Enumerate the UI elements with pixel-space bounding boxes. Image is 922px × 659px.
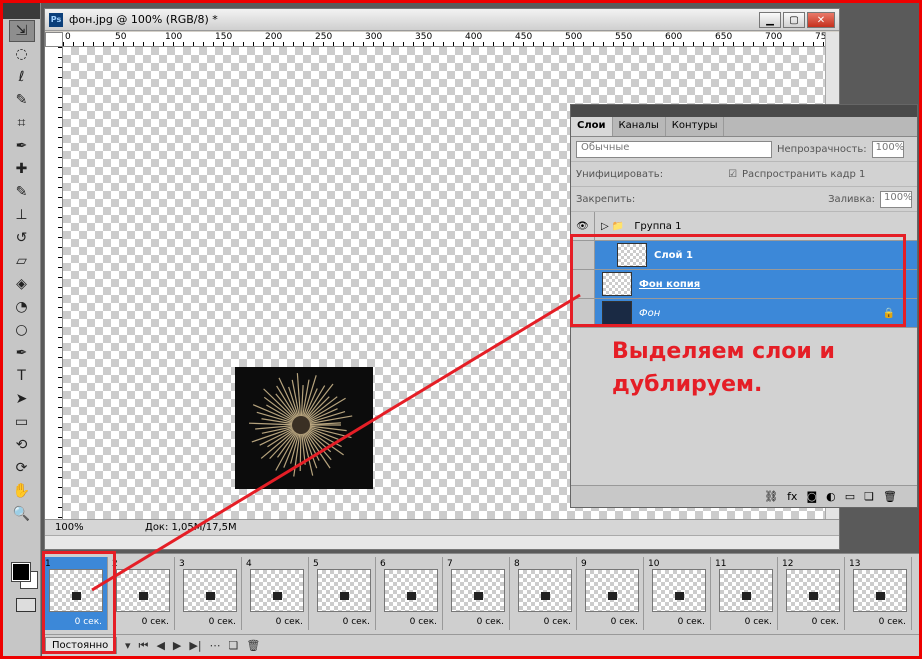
annotation-arrow (91, 293, 581, 592)
